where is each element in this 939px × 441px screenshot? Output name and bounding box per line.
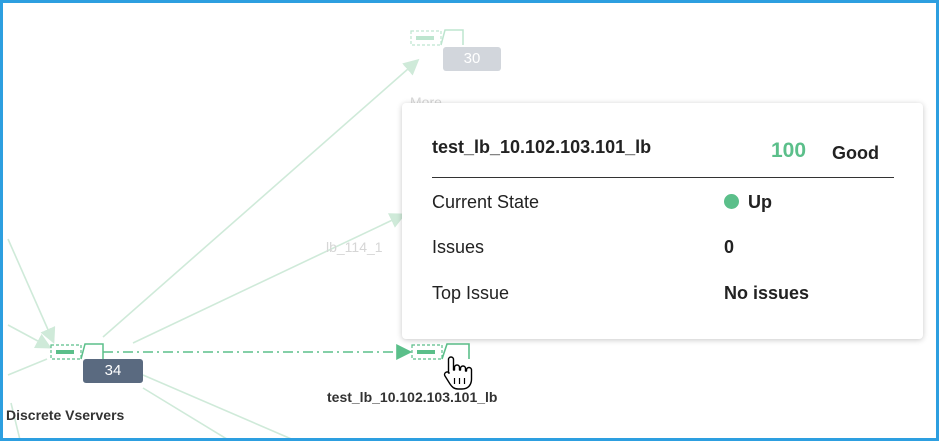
hand-pointer-cursor-icon (443, 356, 473, 390)
discrete-vservers-label: Discrete Vservers (6, 407, 125, 423)
test-lb-label: test_lb_10.102.103.101_lb (327, 389, 498, 405)
edge-out-left (7, 358, 48, 376)
current-state-key: Current State (432, 192, 540, 212)
tooltip-divider (432, 177, 894, 178)
top-issue-key: Top Issue (432, 283, 510, 303)
health-status: Good (832, 143, 879, 163)
tooltip-title: test_lb_10.102.103.101_lb (432, 137, 652, 157)
current-state-value: Up (724, 192, 772, 213)
top-issue-value: No issues (724, 283, 810, 303)
topology-canvas[interactable]: 34 Discrete Vservers 30 More lb_114_1 te… (0, 0, 939, 441)
edge-out-bottom-2 (142, 387, 227, 438)
edge-out-bottom-1 (142, 374, 292, 438)
lb-114-label: lb_114_1 (326, 239, 383, 255)
current-state-text: Up (748, 192, 772, 212)
issues-key: Issues (432, 237, 485, 257)
discrete-vservers-count-badge[interactable]: 34 (83, 359, 143, 383)
edge-to-more (102, 58, 420, 338)
edge-in-left-upper (7, 238, 56, 344)
edge-to-lb114 (132, 213, 406, 344)
state-dot-icon (724, 194, 739, 209)
issues-value: 0 (724, 237, 735, 257)
health-score: 100 (771, 139, 807, 162)
edge-in-left-lower (7, 324, 52, 349)
more-count-badge[interactable]: 30 (443, 47, 501, 71)
vserver-tooltip: test_lb_10.102.103.101_lb 100 Good Curre… (402, 103, 923, 339)
